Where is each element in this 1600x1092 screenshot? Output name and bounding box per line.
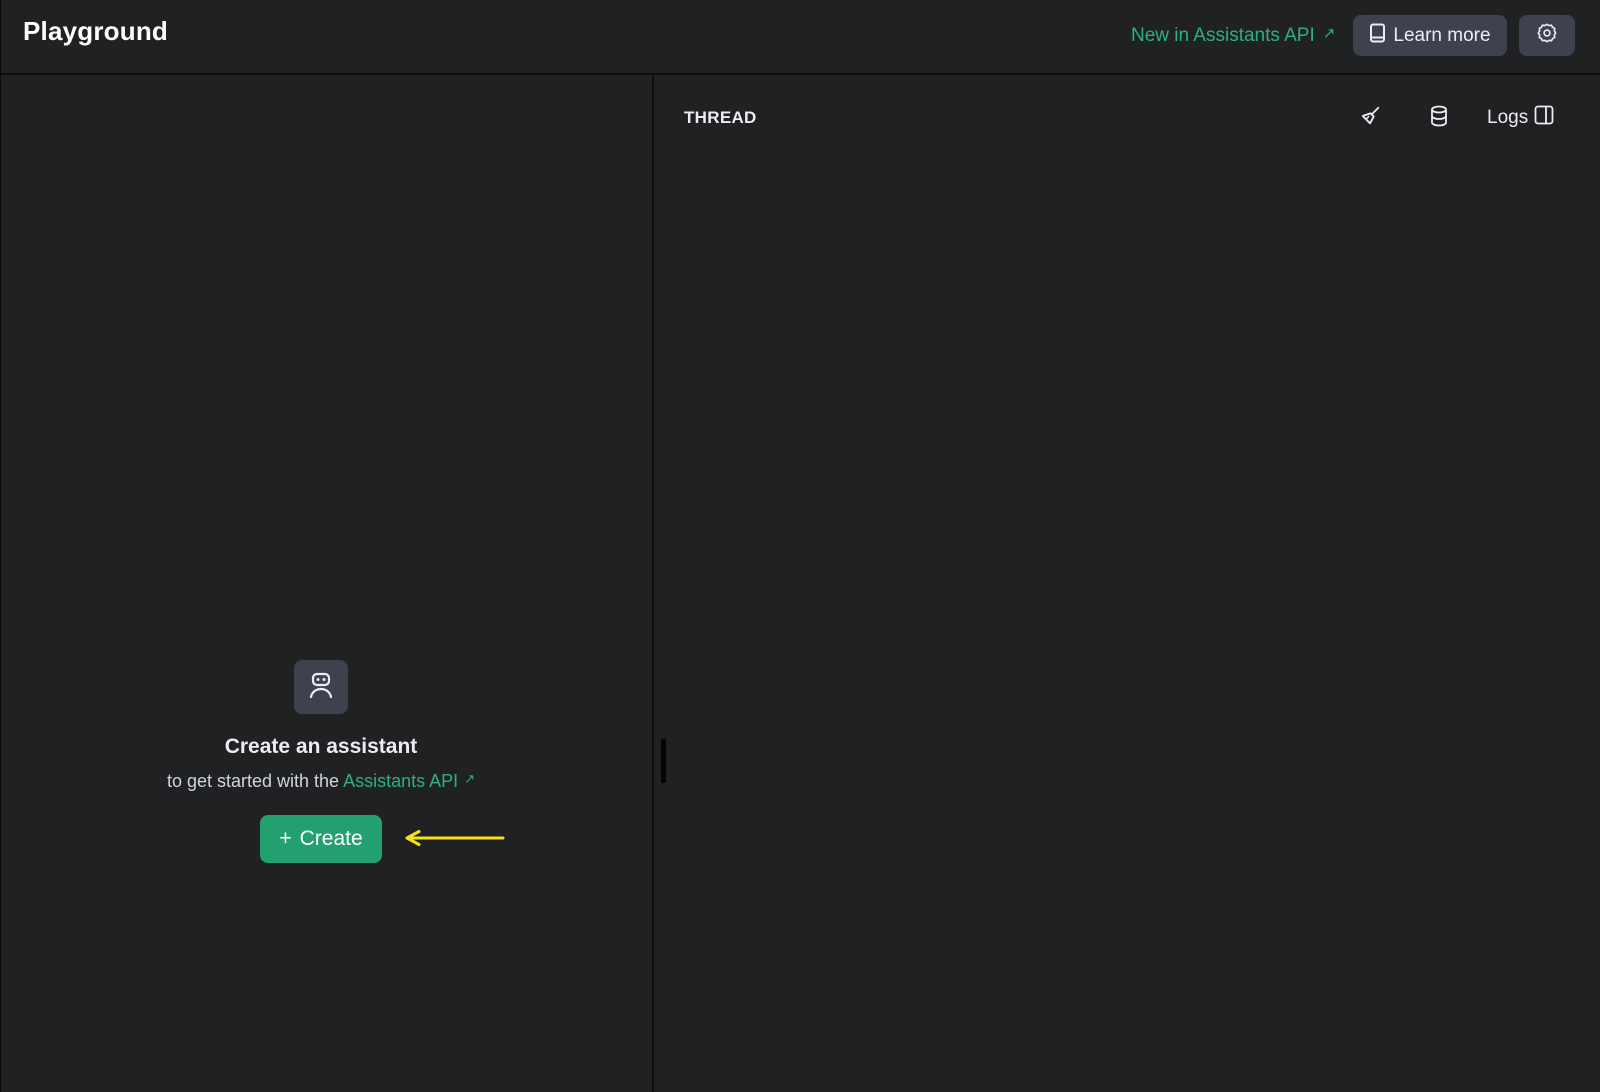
create-assistant-button[interactable]: + Create (260, 815, 382, 863)
logs-button[interactable]: Logs (1487, 103, 1554, 133)
new-in-assistants-label: New in Assistants API (1131, 25, 1315, 46)
page-title: Playground (23, 16, 169, 46)
app-window: Playground New in Assistants API ↗ Learn … (0, 0, 1600, 1092)
new-in-assistants-link[interactable]: New in Assistants API ↗ (1131, 25, 1335, 47)
assistants-api-link-label: Assistants API (343, 771, 459, 791)
empty-state-title: Create an assistant (224, 735, 418, 758)
create-label: Create (299, 827, 363, 850)
broom-icon (1360, 105, 1382, 132)
panel-icon (1534, 105, 1554, 131)
external-link-icon: ↗ (464, 771, 476, 786)
empty-state-subtitle: to get started with the Assistants API ↗ (1, 771, 641, 792)
settings-button[interactable] (1519, 15, 1575, 56)
learn-more-label: Learn more (1393, 24, 1491, 46)
plus-icon: + (279, 827, 292, 850)
learn-more-button[interactable]: Learn more (1353, 15, 1507, 56)
logs-label: Logs (1487, 107, 1529, 128)
annotation-arrow-icon (405, 830, 505, 846)
assistant-panel: Create an assistant to get started with … (1, 75, 652, 1092)
assistants-api-link[interactable]: Assistants API ↗ (343, 771, 475, 791)
gear-icon (1536, 22, 1558, 49)
robot-icon-tile (294, 660, 348, 714)
book-icon (1369, 23, 1387, 49)
external-link-icon: ↗ (1322, 25, 1336, 42)
database-icon (1429, 105, 1449, 132)
subtitle-prefix: to get started with the (166, 771, 340, 791)
thread-panel: THREAD Logs (654, 75, 1600, 1092)
clear-thread-button[interactable] (1356, 103, 1386, 133)
header-bar: Playground New in Assistants API ↗ Learn … (1, 0, 1600, 75)
database-button[interactable] (1424, 103, 1454, 133)
robot-icon (308, 671, 334, 704)
thread-label: THREAD (684, 108, 757, 127)
